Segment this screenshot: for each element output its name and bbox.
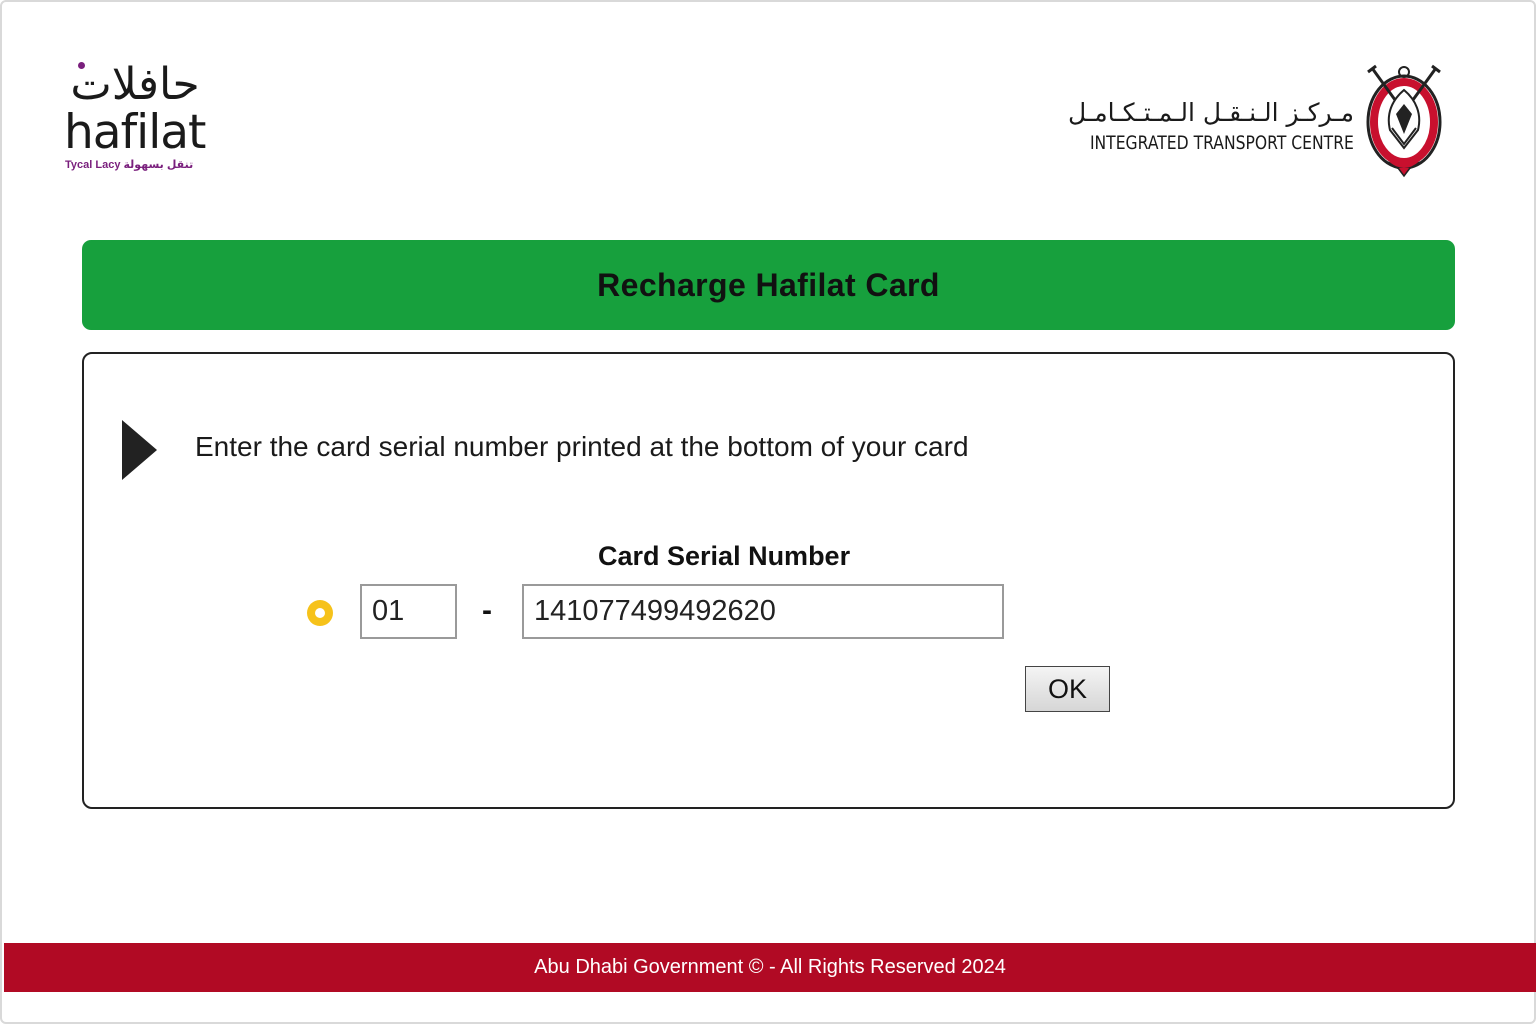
serial-number-input[interactable] [522,584,1004,639]
logo-dot [78,62,85,69]
footer: Abu Dhabi Government © - All Rights Rese… [4,943,1536,992]
hafilat-logo-english: hafilat [64,105,206,160]
hafilat-logo-tagline: Tycal Lacy تنقل بسهولة [65,159,194,171]
hafilat-logo-arabic: حافلات [70,59,200,110]
ok-button[interactable]: OK [1025,666,1110,712]
hafilat-logo: حافلات hafilat Tycal Lacy تنقل بسهولة [64,60,214,176]
page-frame: حافلات hafilat Tycal Lacy تنقل بسهولة مـ… [0,0,1536,1024]
instruction-text: Enter the card serial number printed at … [195,431,969,462]
serial-radio-button[interactable] [307,600,333,626]
itc-logo-english: INTEGRATED TRANSPORT CENTRE [1090,132,1354,154]
title-bar: Recharge Hafilat Card [82,240,1455,330]
triangle-arrow-icon [122,420,157,480]
copyright-text: Abu Dhabi Government © - All Rights Rese… [534,956,1006,978]
abu-dhabi-emblem-icon [1366,64,1442,178]
recharge-panel: Enter the card serial number printed at … [82,352,1455,809]
serial-separator: - [482,594,492,627]
itc-logo-arabic: مـركـز الـنـقـل الـمـتـكـامـل [1067,98,1354,127]
card-serial-label: Card Serial Number [598,541,851,571]
itc-logo: مـركـز الـنـقـل الـمـتـكـامـل INTEGRATED… [1068,64,1446,180]
serial-prefix-input[interactable] [360,584,457,639]
page-title: Recharge Hafilat Card [597,266,940,303]
